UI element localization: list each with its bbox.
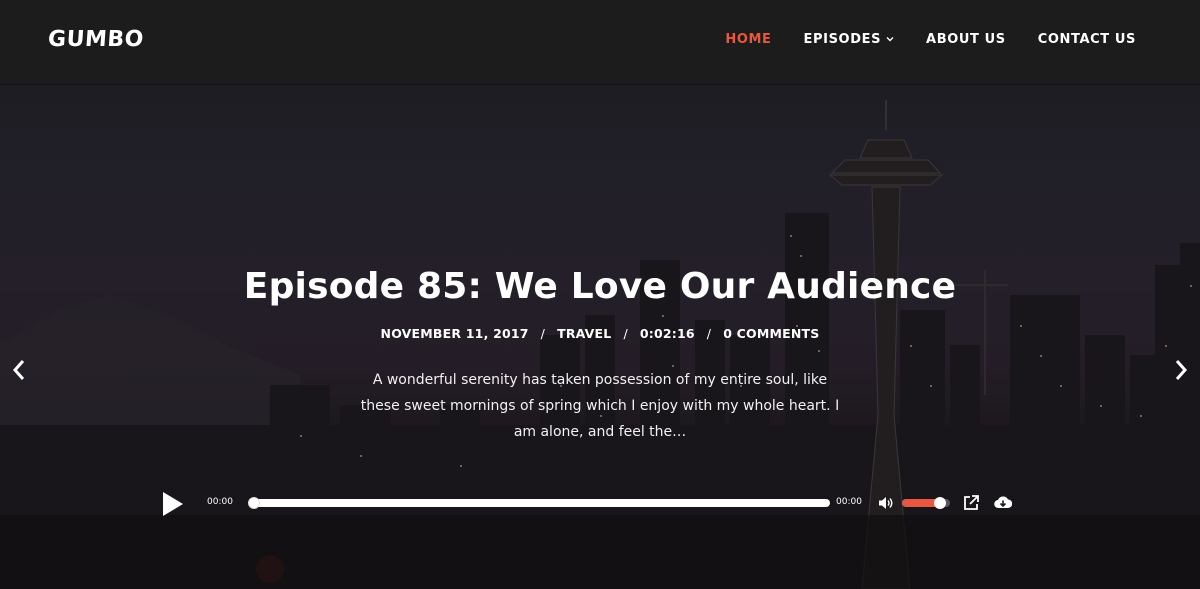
episode-comments[interactable]: 0 COMMENTS: [723, 326, 819, 341]
chevron-down-icon: [886, 35, 894, 45]
nav-item-home[interactable]: HOME: [725, 32, 771, 47]
audio-player: 00:00 00:00: [160, 488, 1020, 518]
volume-icon: [879, 497, 893, 509]
episode-excerpt: A wonderful serenity has taken possessio…: [360, 372, 840, 440]
play-button[interactable]: [160, 490, 186, 518]
nav-item-label: HOME: [725, 32, 772, 47]
nav-item-episodes[interactable]: EPISODES: [804, 32, 895, 47]
meta-separator: /: [706, 326, 712, 341]
volume-handle[interactable]: [934, 497, 947, 509]
episode-meta: NOVEMBER 11, 2017 / TRAVEL / 0:02:16 / 0 COMME…: [0, 326, 1200, 341]
nav-item-label: CONTACT US: [1037, 32, 1136, 47]
download-icon: [994, 496, 1013, 509]
episode-title[interactable]: Episode 85: We Love Our Audience: [0, 266, 1200, 307]
nav-item-contact-us[interactable]: CONTACT US: [1038, 32, 1136, 47]
slider-prev-button[interactable]: [9, 355, 29, 385]
current-time: 00:00: [207, 497, 233, 507]
chevron-left-icon: [12, 360, 25, 380]
nav-item-about-us[interactable]: ABOUT US: [926, 32, 1006, 47]
main-nav: HOME EPISODES ABOUT US CONTACT US: [725, 32, 1136, 47]
meta-separator: /: [540, 326, 546, 341]
progress-bar[interactable]: [248, 497, 830, 509]
slider-next-button[interactable]: [1171, 355, 1191, 385]
play-icon: [163, 492, 183, 516]
site-header: GUMBO HOME EPISODES ABOUT US CONTACT US: [0, 0, 1200, 85]
progress-handle[interactable]: [248, 497, 260, 509]
duration-time: 00:00: [836, 497, 862, 507]
hero-slider: Episode 85: We Love Our Audience NOVEMBE…: [0, 85, 1200, 589]
episode-duration: 0:02:16: [639, 326, 695, 341]
share-icon: [964, 495, 979, 510]
volume-button[interactable]: [878, 495, 894, 511]
download-button[interactable]: [994, 494, 1013, 511]
episode-date[interactable]: NOVEMBER 11, 2017: [381, 326, 529, 341]
site-logo[interactable]: GUMBO: [47, 27, 145, 52]
nav-item-label: ABOUT US: [926, 32, 1006, 47]
volume-slider[interactable]: [902, 497, 950, 509]
episode-category[interactable]: TRAVEL: [557, 326, 611, 341]
share-button[interactable]: [963, 494, 980, 511]
chevron-right-icon: [1175, 360, 1188, 380]
meta-separator: /: [623, 326, 628, 341]
nav-item-label: EPISODES: [803, 32, 882, 47]
